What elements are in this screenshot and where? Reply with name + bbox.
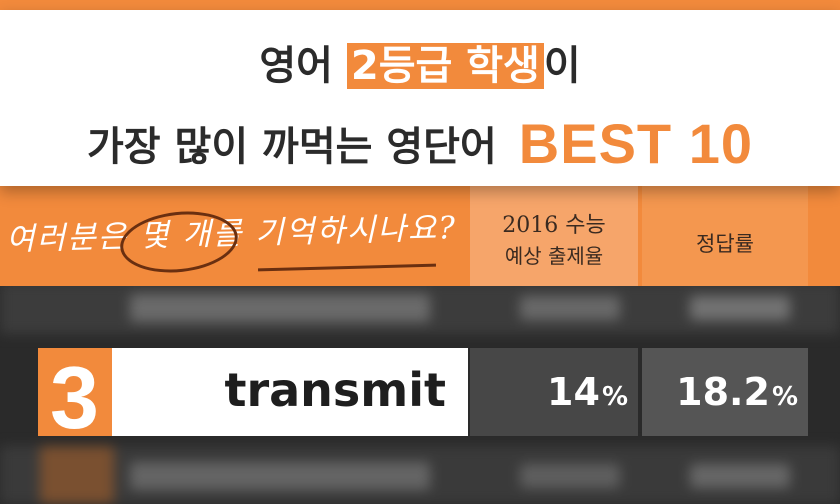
header-col1-line1: 2016 수능	[502, 213, 606, 238]
title-line-1: 영어 2등급 학생 이	[0, 38, 840, 94]
blurred-row-previous	[0, 282, 840, 334]
table-header-band: 여러분은 몇 개를 기억하시나요? 2016 수능 예상 출제율 정답률	[0, 186, 840, 286]
title-highlight: 2등급 학생	[346, 43, 544, 89]
header-col1-line2: 예상 출제율	[504, 244, 604, 268]
header-column-expected-rate: 2016 수능 예상 출제율	[470, 186, 638, 286]
title-line-2: 가장 많이 까먹는 영단어 BEST 10	[0, 114, 840, 177]
top-accent-strip	[0, 0, 840, 10]
word-cell: transmit	[112, 348, 468, 436]
rank-number: 3	[50, 348, 99, 437]
word-text: transmit	[224, 363, 446, 417]
accuracy-number: 18.2	[676, 370, 770, 414]
header-column-accuracy: 정답률	[642, 186, 808, 286]
expected-rate-cell: 14%	[470, 348, 638, 436]
infographic-page: 영어 2등급 학생 이 가장 많이 까먹는 영단어 BEST 10 여러분은 몇 개…	[0, 0, 840, 504]
blurred-row-next	[0, 446, 840, 504]
expected-rate-number: 14	[547, 370, 600, 414]
header-col2-label: 정답률	[696, 232, 754, 256]
title-card: 영어 2등급 학생 이 가장 많이 까먹는 영단어 BEST 10	[0, 10, 840, 186]
title-line-1-prefix: 영어	[259, 43, 347, 89]
accuracy-unit: %	[771, 382, 798, 412]
expected-rate-unit: %	[601, 382, 628, 412]
underline-annotation-mark	[257, 263, 437, 272]
title-line-1-suffix: 이	[543, 43, 581, 89]
rank-badge: 3	[38, 348, 114, 436]
accuracy-cell: 18.2%	[642, 348, 808, 436]
table-row: 3 transmit 14% 18.2%	[0, 348, 840, 436]
expected-rate-value: 14%	[547, 366, 628, 423]
title-line-2-main: 가장 많이 까먹는 영단어	[87, 124, 497, 170]
accuracy-value: 18.2%	[676, 366, 798, 423]
title-best-badge: BEST 10	[518, 112, 753, 175]
